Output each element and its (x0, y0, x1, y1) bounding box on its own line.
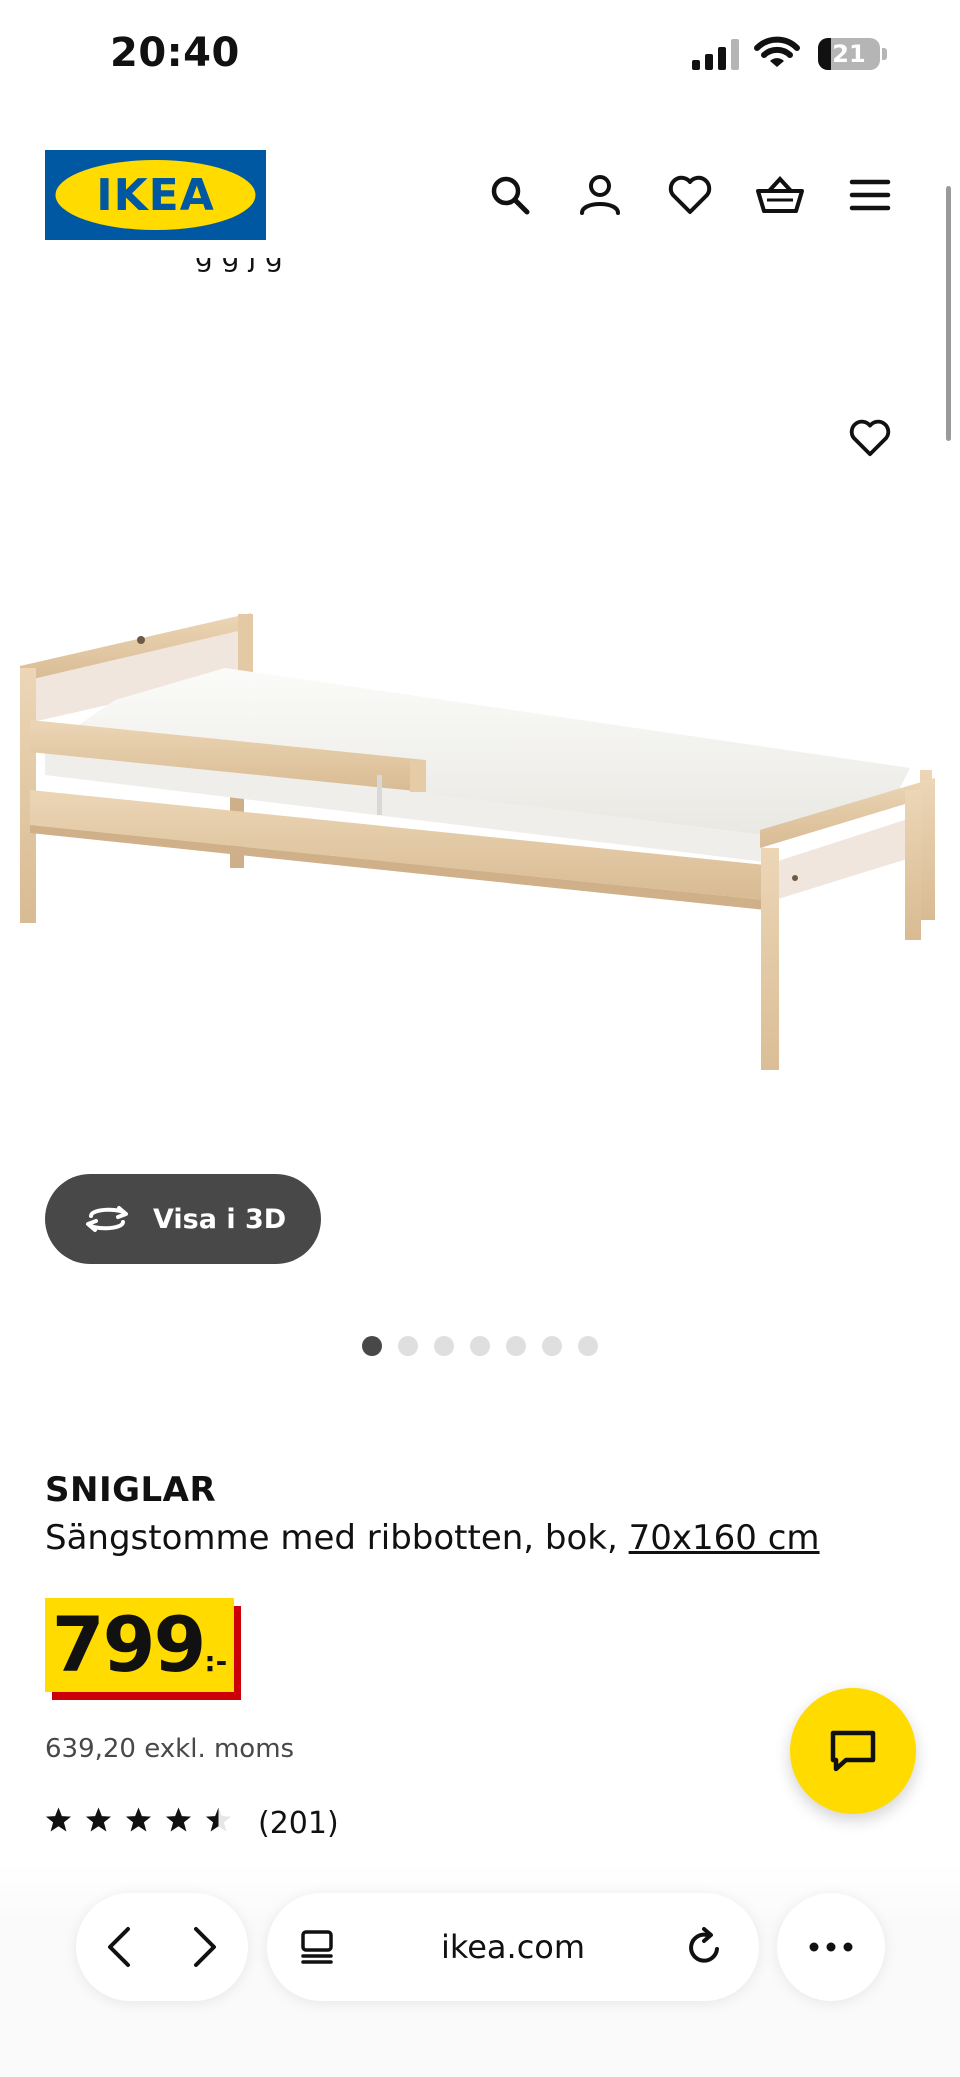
back-icon[interactable] (104, 1925, 134, 1969)
review-count[interactable]: (201) (258, 1806, 339, 1841)
gallery-dot[interactable] (578, 1336, 598, 1356)
account-icon[interactable] (572, 167, 628, 223)
price-tag: 799:- (45, 1598, 234, 1692)
gallery-dot[interactable] (506, 1336, 526, 1356)
add-to-favorites-button[interactable] (842, 410, 898, 466)
scrolled-text-fragment: g g j g (45, 258, 865, 288)
signal-icon (692, 38, 739, 70)
menu-icon[interactable] (842, 167, 898, 223)
search-icon[interactable] (482, 167, 538, 223)
star-icon (45, 1807, 72, 1832)
gallery-dot[interactable] (434, 1336, 454, 1356)
more-options-button[interactable] (777, 1893, 885, 2001)
star-icon (205, 1807, 232, 1832)
battery-icon: 21 (818, 38, 880, 70)
cart-icon[interactable] (752, 167, 808, 223)
gallery-dot[interactable] (470, 1336, 490, 1356)
chat-icon (830, 1730, 876, 1772)
address-bar[interactable]: ikea.com (267, 1893, 759, 2001)
favorites-icon[interactable] (662, 167, 718, 223)
gallery-dot[interactable] (542, 1336, 562, 1356)
battery-cap (882, 48, 887, 60)
battery-level: 21 (832, 40, 866, 68)
price-integer: 799 (51, 1600, 207, 1689)
price-suffix: :- (204, 1645, 228, 1678)
product-description-text: Sängstomme med ribbotten, bok, (45, 1518, 629, 1558)
heart-icon (849, 419, 891, 457)
rating-stars[interactable] (45, 1806, 232, 1833)
star-icon (165, 1807, 192, 1832)
gallery-dot[interactable] (362, 1336, 382, 1356)
product-description: Sängstomme med ribbotten, bok, 70x160 cm (45, 1518, 820, 1558)
gallery-pagination[interactable] (362, 1336, 598, 1356)
reload-icon[interactable] (685, 1927, 725, 1967)
wifi-icon (754, 36, 800, 67)
logo-text: IKEA (96, 170, 215, 221)
status-time: 20:40 (110, 30, 240, 76)
browser-nav-controls (76, 1893, 248, 2001)
forward-icon[interactable] (190, 1925, 220, 1969)
product-size-link[interactable]: 70x160 cm (629, 1518, 820, 1558)
ikea-logo[interactable]: IKEA (45, 150, 266, 240)
price-excl-vat: 639,20 exkl. moms (45, 1734, 295, 1764)
rotate-3d-icon (86, 1206, 128, 1232)
page-scrollbar[interactable] (946, 186, 951, 441)
star-icon (85, 1807, 112, 1832)
chat-button[interactable] (790, 1688, 916, 1814)
gallery-dot[interactable] (398, 1336, 418, 1356)
view-in-3d-button[interactable]: Visa i 3D (45, 1174, 321, 1264)
view-in-3d-label: Visa i 3D (153, 1203, 287, 1235)
product-image[interactable] (15, 600, 945, 1070)
star-icon (125, 1807, 152, 1832)
more-icon (809, 1942, 853, 1952)
product-name: SNIGLAR (45, 1470, 217, 1510)
